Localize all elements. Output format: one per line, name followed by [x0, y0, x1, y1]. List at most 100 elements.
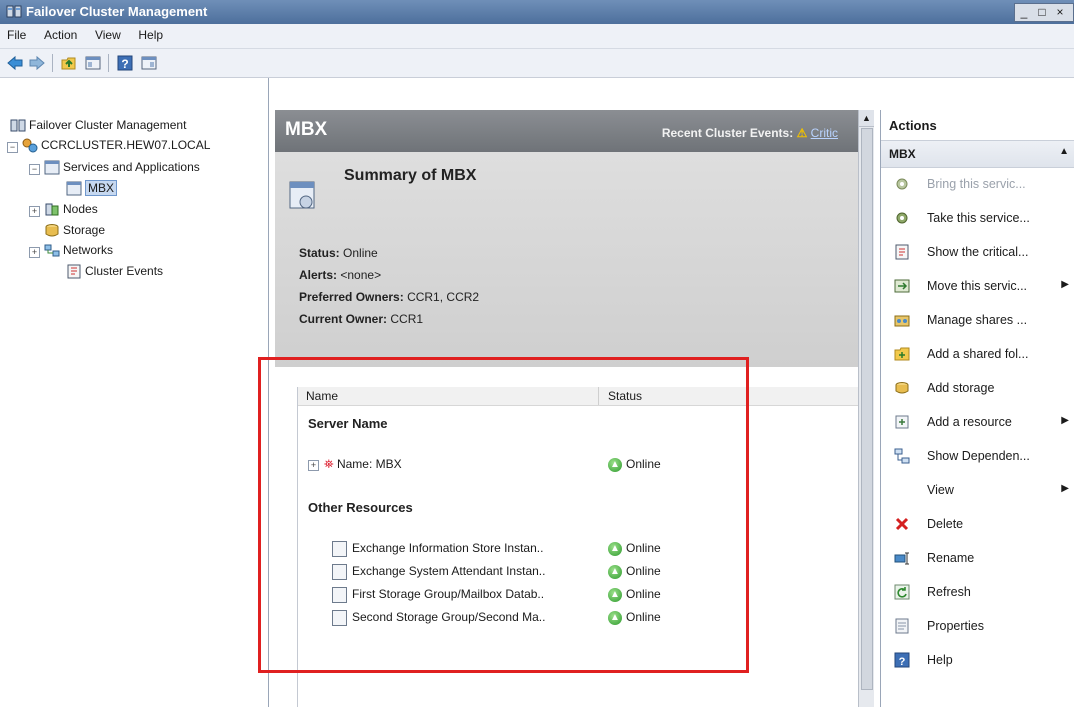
menu-help[interactable]: Help	[131, 24, 170, 42]
storage-icon	[895, 382, 909, 394]
actions-section-mbx[interactable]: MBX ▲	[881, 140, 1074, 168]
menu-view[interactable]: View	[88, 24, 128, 42]
action-label: Add a shared fol...	[927, 347, 1029, 361]
up-folder-icon[interactable]	[60, 54, 78, 72]
current-owner-label: Current Owner:	[299, 312, 388, 326]
action-manage-shares[interactable]: Manage shares ...	[881, 304, 1074, 338]
status-value: Online	[343, 246, 378, 260]
tree-label-cluster: CCRCLUSTER.HEW07.LOCAL	[41, 138, 211, 152]
window-controls: _ □ ×	[1014, 3, 1074, 22]
expand-nodes-toggle[interactable]: +	[29, 206, 40, 217]
critical-events-link[interactable]: Critic	[811, 126, 838, 140]
tree-item-root[interactable]: Failover Cluster Management	[10, 118, 186, 133]
action-label: Add storage	[927, 381, 995, 395]
dependency-icon	[894, 448, 910, 464]
cluster-icon	[22, 138, 38, 153]
tree-item-nodes[interactable]: Nodes	[44, 202, 98, 217]
action-label: Show Dependen...	[927, 449, 1030, 463]
expand-networks-toggle[interactable]: +	[29, 247, 40, 258]
action-show-critical-events[interactable]: Show the critical...	[881, 236, 1074, 270]
tree-label-networks: Networks	[63, 243, 114, 257]
recent-events-label: Recent Cluster Events:	[661, 126, 794, 140]
service-name-heading: MBX	[285, 119, 328, 140]
scroll-thumb[interactable]	[861, 128, 873, 690]
tree-item-mbx[interactable]: MBX	[66, 180, 118, 196]
back-arrow-icon[interactable]	[6, 54, 24, 72]
window-title: Failover Cluster Management	[26, 4, 208, 19]
action-label: Refresh	[927, 585, 971, 599]
action-add-shared-folder[interactable]: Add a shared fol...	[881, 338, 1074, 372]
action-add-storage[interactable]: Add storage	[881, 372, 1074, 406]
properties-icon	[895, 618, 909, 634]
forward-arrow-icon[interactable]	[28, 54, 46, 72]
tree-label-root: Failover Cluster Management	[29, 118, 187, 132]
action-label: Rename	[927, 551, 975, 565]
alerts-row: Alerts: <none>	[299, 268, 381, 282]
delete-icon	[895, 517, 909, 531]
navigation-tree: Failover Cluster Management − CCRCLUSTER…	[0, 78, 269, 707]
tree-item-services[interactable]: Services and Applications	[44, 160, 200, 175]
collapse-services-toggle[interactable]: −	[29, 164, 40, 175]
tree-label-mbx: MBX	[85, 180, 118, 196]
action-take-offline[interactable]: Take this service...	[881, 202, 1074, 236]
folder-icon	[894, 347, 910, 361]
current-owner-row: Current Owner: CCR1	[299, 312, 423, 326]
action-properties[interactable]: Properties	[881, 610, 1074, 644]
action-move-service[interactable]: Move this servic... ▶	[881, 270, 1074, 304]
action-label: Add a resource	[927, 415, 1012, 429]
action-add-resource[interactable]: Add a resource ▶	[881, 406, 1074, 440]
gear-icon	[896, 178, 908, 190]
preferred-owners-value: CCR1, CCR2	[407, 290, 480, 304]
show-hide-action-pane-icon[interactable]	[140, 54, 158, 72]
help-icon[interactable]: ?	[116, 54, 134, 72]
action-label: Properties	[927, 619, 984, 633]
summary-panel: Summary of MBX Status: Online Alerts: <n…	[275, 152, 858, 367]
collapse-caret-icon[interactable]: ▲	[1059, 146, 1069, 157]
maximize-button[interactable]: □	[1033, 4, 1051, 21]
action-view[interactable]: View ▶	[881, 474, 1074, 508]
vertical-scrollbar[interactable]: ▲	[858, 110, 874, 707]
refresh-icon	[894, 584, 910, 600]
action-bring-online[interactable]: Bring this servic...	[881, 168, 1074, 202]
alerts-value: <none>	[340, 268, 382, 282]
action-refresh[interactable]: Refresh	[881, 576, 1074, 610]
menu-bar: File Action View Help	[0, 24, 1074, 49]
action-delete[interactable]: Delete	[881, 508, 1074, 542]
actions-header: Actions	[881, 110, 1074, 140]
minimize-button[interactable]: _	[1015, 4, 1033, 21]
actions-section-label: MBX	[889, 147, 916, 161]
action-label: Delete	[927, 517, 964, 531]
resource-icon	[895, 415, 909, 429]
toolbar-separator	[52, 54, 53, 72]
action-label: Bring this servic...	[927, 177, 1026, 191]
collapse-cluster-toggle[interactable]: −	[7, 142, 18, 153]
event-log-icon	[67, 264, 81, 279]
menu-file[interactable]: File	[0, 24, 33, 42]
services-icon	[44, 160, 60, 175]
submenu-arrow-icon: ▶	[1061, 279, 1069, 290]
close-button[interactable]: ×	[1051, 4, 1069, 21]
action-rename[interactable]: Rename	[881, 542, 1074, 576]
menu-action[interactable]: Action	[37, 24, 84, 42]
log-icon	[895, 244, 909, 260]
preferred-owners-row: Preferred Owners: CCR1, CCR2	[299, 290, 479, 304]
show-hide-tree-icon[interactable]	[84, 54, 102, 72]
tree-item-networks[interactable]: Networks	[44, 243, 113, 258]
recent-cluster-events: Recent Cluster Events: ⚠ Critic	[662, 126, 838, 140]
title-bar: Failover Cluster Management _ □ ×	[0, 0, 1074, 24]
nodes-icon	[45, 203, 59, 216]
toolbar: ?	[0, 49, 1074, 78]
warning-icon: ⚠	[796, 126, 808, 140]
help-icon: ?	[894, 652, 910, 668]
action-label: Take this service...	[927, 211, 1030, 225]
action-help[interactable]: ? Help	[881, 644, 1074, 678]
tree-item-cluster[interactable]: CCRCLUSTER.HEW07.LOCAL	[22, 138, 210, 153]
share-icon	[894, 315, 910, 327]
action-show-dependency[interactable]: Show Dependen...	[881, 440, 1074, 474]
tree-item-storage[interactable]: Storage	[44, 223, 105, 238]
summary-title: Summary of MBX	[344, 167, 477, 184]
tree-item-events[interactable]: Cluster Events	[66, 264, 163, 279]
service-application-icon	[289, 181, 315, 209]
scroll-up-icon[interactable]: ▲	[859, 110, 874, 127]
tree-label-services: Services and Applications	[63, 160, 200, 174]
